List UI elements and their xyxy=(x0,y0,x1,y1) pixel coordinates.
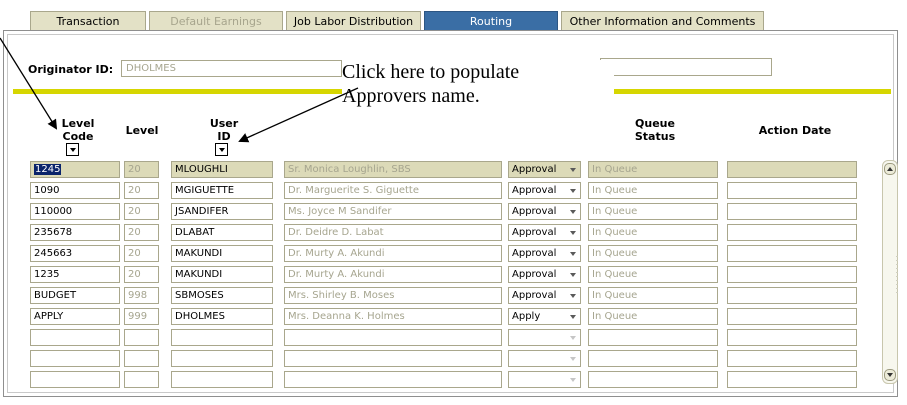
arrow-to-user-id xyxy=(238,87,359,143)
arrow-to-level-code xyxy=(0,37,58,130)
annotation-arrows xyxy=(0,37,359,143)
